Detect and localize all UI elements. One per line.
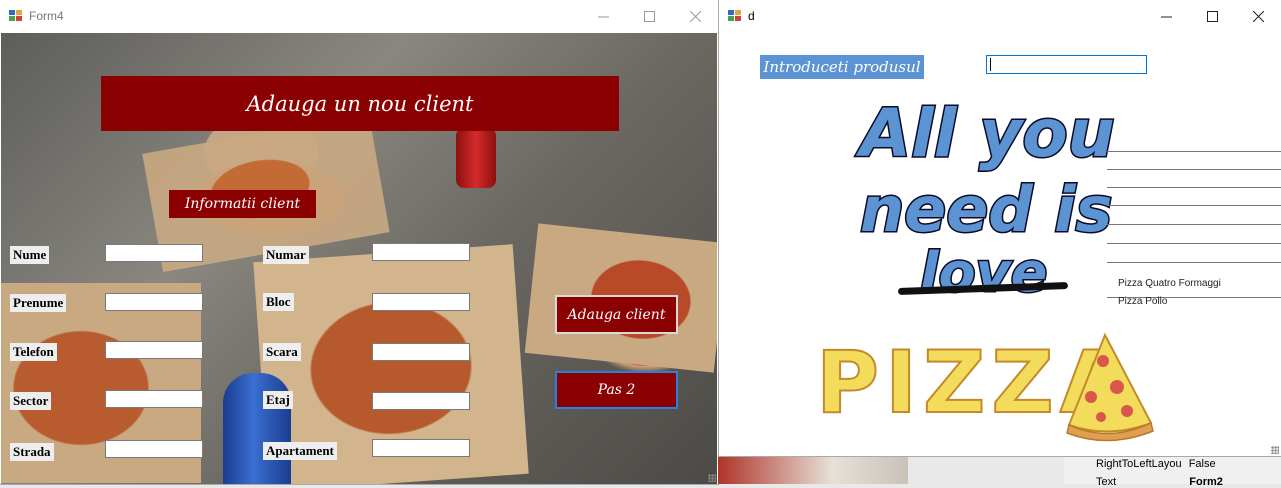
app-icon [9, 10, 23, 22]
sector-field[interactable] [105, 390, 203, 408]
label-bloc: Bloc [263, 293, 294, 311]
close-icon [689, 10, 701, 22]
list-divider [1107, 169, 1281, 170]
list-divider [1107, 187, 1281, 188]
art-text-line: love [918, 240, 1048, 306]
form-d-client-area: Introduceti produsul All you need is lov… [720, 33, 1281, 455]
prenume-field[interactable] [105, 293, 203, 311]
art-text-line: All you [859, 94, 1117, 174]
pizza-slice-icon [1066, 332, 1154, 442]
label-scara: Scara [263, 343, 301, 361]
resize-grip[interactable] [708, 474, 716, 482]
section-label: Informatii client [169, 190, 316, 218]
text-caret [990, 58, 991, 71]
scara-field[interactable] [372, 343, 470, 361]
soda-can-decoration [456, 128, 496, 188]
page-title: Adauga un nou client [101, 76, 619, 131]
label-nume: Nume [10, 246, 50, 264]
property-value: False [1188, 458, 1216, 470]
add-client-button[interactable]: Adauga client [555, 295, 678, 334]
product-label: Introduceti produsul [760, 55, 924, 79]
window-title: Form4 [29, 9, 64, 23]
form-d-titlebar[interactable]: d [719, 0, 1281, 32]
minimize-icon [1160, 16, 1172, 17]
form4-client-area: Adauga un nou client Informatii client N… [1, 33, 717, 484]
label-telefon: Telefon [10, 343, 57, 361]
property-value: Form2 [1189, 476, 1223, 488]
maximize-icon [1206, 10, 1218, 22]
form4-window: Form4 Adauga un nou client Informatii cl… [0, 0, 718, 484]
label-numar: Numar [263, 246, 309, 264]
maximize-button[interactable] [626, 0, 672, 32]
close-button[interactable] [672, 0, 718, 32]
properties-panel: RightToLeftLayou False Text Form2 [1064, 456, 1281, 488]
product-input[interactable] [986, 55, 1147, 74]
app-icon [728, 10, 742, 22]
strada-field[interactable] [105, 440, 203, 458]
background-window-strip [718, 455, 908, 484]
form4-titlebar[interactable]: Form4 [0, 0, 718, 32]
art-text-line: need is [858, 172, 1113, 248]
list-divider [1107, 205, 1281, 206]
list-divider [1107, 151, 1281, 152]
label-apartament: Apartament [263, 442, 337, 460]
form-d-window: d Introduceti produsul All you need is l… [719, 0, 1281, 456]
etaj-field[interactable] [372, 392, 470, 410]
label-prenume: Prenume [10, 294, 67, 312]
label-sector: Sector [10, 392, 52, 410]
label-etaj: Etaj [263, 391, 293, 409]
apartament-field[interactable] [372, 439, 470, 457]
resize-grip[interactable] [1271, 446, 1279, 454]
property-name: Text [1096, 476, 1117, 488]
list-divider [1107, 224, 1281, 225]
label-strada: Strada [10, 443, 54, 461]
close-icon [1252, 10, 1264, 22]
minimize-icon [597, 16, 609, 17]
maximize-button[interactable] [1189, 0, 1235, 32]
telefon-field[interactable] [105, 341, 203, 359]
window-title: d [748, 9, 755, 23]
list-item[interactable]: Pizza Quatro Formaggi [1118, 278, 1221, 289]
minimize-button[interactable] [1143, 0, 1189, 32]
bloc-field[interactable] [372, 293, 470, 311]
product-listbox[interactable]: Pizza Quatro Formaggi Pizza Pollo [1107, 148, 1281, 308]
next-step-button[interactable]: Pas 2 [555, 371, 678, 409]
property-row-text[interactable]: Text Form2 [1096, 476, 1223, 488]
numar-field[interactable] [372, 243, 470, 261]
list-divider [1107, 262, 1281, 263]
property-name: RightToLeftLayou [1096, 458, 1182, 470]
maximize-icon [643, 10, 655, 22]
property-row-righttoleft[interactable]: RightToLeftLayou False [1096, 458, 1216, 470]
list-divider [1107, 243, 1281, 244]
list-item[interactable]: Pizza Pollo [1118, 296, 1167, 307]
soda-can-decoration [223, 373, 291, 484]
nume-field[interactable] [105, 244, 203, 262]
close-button[interactable] [1235, 0, 1281, 32]
minimize-button[interactable] [580, 0, 626, 32]
